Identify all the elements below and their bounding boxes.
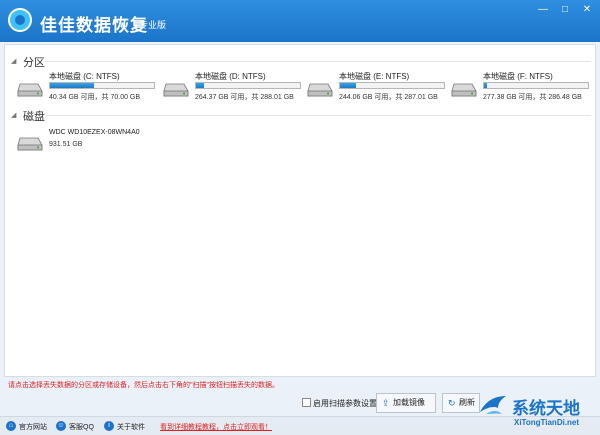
partition-info: 277.38 GB 可用，共 286.48 GB [483, 94, 582, 101]
partition-item[interactable]: 本地磁盘 (F: NTFS) 277.38 GB 可用，共 286.48 GB [451, 71, 591, 111]
hard-drive-icon [307, 83, 333, 97]
qq-support-link[interactable]: ☺ 客服QQ [56, 421, 102, 433]
minimize-button[interactable]: — [536, 4, 550, 16]
partition-item[interactable]: 本地磁盘 (D: NTFS) 264.37 GB 可用，共 288.01 GB [163, 71, 303, 111]
partition-info: 244.06 GB 可用，共 287.01 GB [339, 94, 438, 101]
scan-settings-checkbox[interactable] [302, 398, 311, 407]
partition-section-header[interactable]: ◢ 分区 [11, 54, 591, 69]
usage-bar-fill [50, 83, 94, 88]
collapse-icon[interactable]: ◢ [11, 57, 16, 65]
footer-bar: ⌂ 官方网站 ☺ 客服QQ i 关于软件 看到详细教程教程，点击立即观看！ [0, 416, 600, 435]
website-label: 官方网站 [19, 424, 47, 431]
watermark-bird-icon [480, 396, 506, 414]
section-divider [45, 61, 591, 62]
qq-label: 客服QQ [69, 424, 94, 431]
section-divider [45, 115, 591, 116]
hard-drive-icon [163, 83, 189, 97]
disk-section-header[interactable]: ◢ 磁盘 [11, 108, 591, 123]
partition-name: 本地磁盘 (F: NTFS) [483, 72, 553, 81]
qq-icon: ☺ [56, 421, 66, 431]
close-button[interactable]: ✕ [580, 4, 594, 16]
refresh-icon: ↻ [448, 398, 456, 408]
hard-drive-icon [17, 137, 43, 151]
load-image-label: 加载镜像 [393, 398, 425, 407]
disk-size: 931.51 GB [49, 141, 83, 148]
scan-settings-label[interactable]: 启用扫描参数设置 [313, 398, 377, 409]
disk-name: WDC WD10EZEX-08WN4A0 [49, 129, 140, 136]
partition-section-label: 分区 [23, 57, 45, 69]
hard-drive-icon [17, 83, 43, 97]
usage-bar [195, 82, 301, 89]
watermark-text: 系统天地 [512, 399, 580, 418]
app-edition: 专业版 [139, 20, 167, 30]
usage-bar [339, 82, 445, 89]
instruction-hint: 请点击选择丢失数据的分区或存储设备，然后点击右下角的"扫描"按钮扫描丢失的数据。 [8, 382, 279, 389]
refresh-button[interactable]: ↻ 刷新 [442, 393, 480, 413]
partition-name: 本地磁盘 (C: NTFS) [49, 72, 120, 81]
about-link[interactable]: i 关于软件 [104, 421, 154, 433]
about-label: 关于软件 [117, 424, 145, 431]
disk-section-label: 磁盘 [23, 111, 45, 123]
tutorial-link[interactable]: 看到详细教程教程，点击立即观看！ [160, 422, 272, 432]
maximize-button[interactable]: □ [558, 4, 572, 16]
upload-icon: ⇪ [382, 398, 390, 408]
partition-item[interactable]: 本地磁盘 (C: NTFS) 40.34 GB 可用，共 70.00 GB [17, 71, 157, 111]
partition-info: 264.37 GB 可用，共 288.01 GB [195, 94, 294, 101]
usage-bar [49, 82, 155, 89]
hard-drive-icon [451, 83, 477, 97]
app-logo-icon [8, 8, 32, 32]
usage-bar [483, 82, 589, 89]
device-panel: ◢ 分区 本地磁盘 (C: NTFS) 40.34 GB 可用，共 70.00 … [4, 44, 596, 377]
partition-name: 本地磁盘 (D: NTFS) [195, 72, 266, 81]
refresh-label: 刷新 [459, 398, 475, 407]
watermark-url: XiTongTianDi.net [514, 418, 580, 427]
title-bar: 佳佳数据恢复 专业版 — □ ✕ [0, 0, 600, 42]
partition-name: 本地磁盘 (E: NTFS) [339, 72, 410, 81]
load-image-button[interactable]: ⇪ 加载镜像 [376, 393, 436, 413]
usage-bar-fill [196, 83, 205, 88]
disk-item[interactable]: WDC WD10EZEX-08WN4A0 931.51 GB [17, 129, 217, 165]
usage-bar-fill [484, 83, 488, 88]
partition-item[interactable]: 本地磁盘 (E: NTFS) 244.06 GB 可用，共 287.01 GB [307, 71, 447, 111]
app-title: 佳佳数据恢复 [40, 16, 148, 35]
home-icon: ⌂ [6, 421, 16, 431]
partition-info: 40.34 GB 可用，共 70.00 GB [49, 94, 141, 101]
website-link[interactable]: ⌂ 官方网站 [6, 421, 52, 433]
usage-bar-fill [340, 83, 356, 88]
collapse-icon[interactable]: ◢ [11, 111, 16, 119]
info-icon: i [104, 421, 114, 431]
